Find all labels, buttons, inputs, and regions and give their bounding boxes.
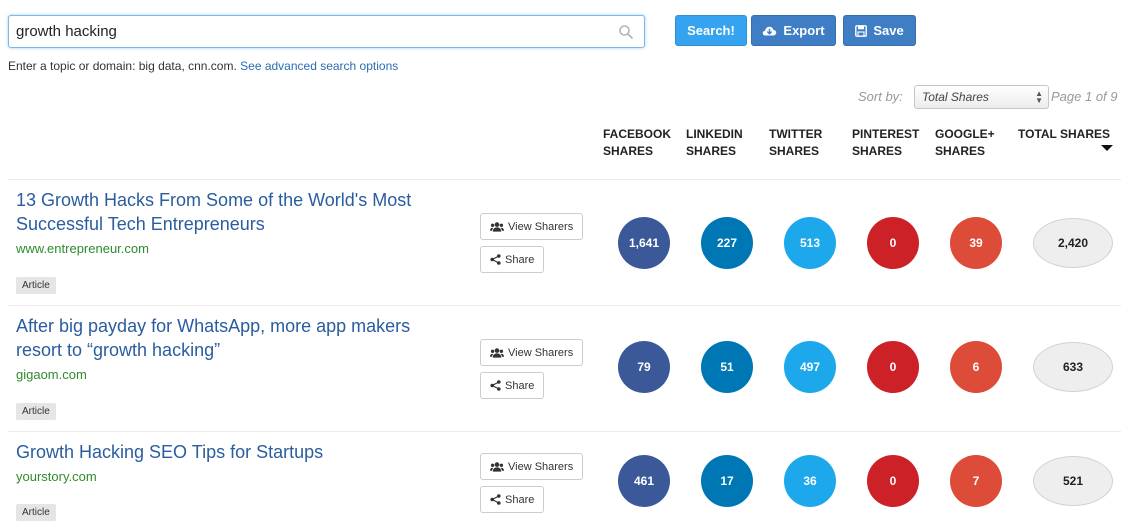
sort-select[interactable]: Total Shares ▲ ▼ xyxy=(914,85,1049,109)
result-row: 13 Growth Hacks From Some of the World's… xyxy=(8,179,1121,305)
googleplus-share-count: 39 xyxy=(950,217,1002,269)
total-share-count: 521 xyxy=(1033,456,1113,506)
users-icon xyxy=(490,221,504,232)
total-share-count: 633 xyxy=(1033,342,1113,392)
twitter-share-count: 36 xyxy=(784,455,836,507)
result-row: Growth Hacking SEO Tips for Startups you… xyxy=(8,431,1121,529)
column-header-line: FACEBOOK xyxy=(603,127,672,141)
search-icon[interactable] xyxy=(618,24,634,40)
result-domain[interactable]: gigaom.com xyxy=(16,367,87,382)
column-header-line: PINTEREST xyxy=(852,127,920,141)
share-icon xyxy=(490,254,501,265)
twitter-share-count: 497 xyxy=(784,341,836,393)
share-label: Share xyxy=(505,253,535,266)
sort-label: Sort by: xyxy=(858,89,903,104)
column-header-line: LINKEDIN xyxy=(686,127,743,141)
column-header-line: SHARES xyxy=(603,144,654,158)
search-hint: Enter a topic or domain: big data, cnn.c… xyxy=(8,59,398,73)
result-type-badge: Article xyxy=(16,277,56,294)
share-label: Share xyxy=(505,379,535,392)
search-hint-text: Enter a topic or domain: big data, cnn.c… xyxy=(8,59,237,73)
column-header-linkedin[interactable]: LINKEDIN SHARES xyxy=(686,126,766,160)
share-button[interactable]: Share xyxy=(480,372,545,399)
pinterest-share-count: 0 xyxy=(867,341,919,393)
googleplus-share-count: 6 xyxy=(950,341,1002,393)
export-button-label: Export xyxy=(783,23,825,38)
column-header-line: SHARES xyxy=(935,144,986,158)
search-button[interactable]: Search! xyxy=(675,15,747,46)
result-row: After big payday for WhatsApp, more app … xyxy=(8,305,1121,431)
facebook-share-count: 1,641 xyxy=(618,217,670,269)
column-header-line: SHARES xyxy=(852,144,903,158)
column-header-line: SHARES xyxy=(686,144,737,158)
share-button[interactable]: Share xyxy=(480,486,545,513)
column-header-facebook[interactable]: FACEBOOK SHARES xyxy=(603,126,683,160)
search-input[interactable] xyxy=(9,16,609,47)
view-sharers-button[interactable]: View Sharers xyxy=(480,453,584,480)
pinterest-share-count: 0 xyxy=(867,455,919,507)
search-box[interactable] xyxy=(8,15,645,48)
facebook-share-count: 461 xyxy=(618,455,670,507)
share-button[interactable]: Share xyxy=(480,246,545,273)
result-domain[interactable]: yourstory.com xyxy=(16,469,97,484)
column-header-line: GOOGLE+ xyxy=(935,127,995,141)
advanced-search-link[interactable]: See advanced search options xyxy=(240,59,398,73)
column-header-pinterest[interactable]: PINTEREST SHARES xyxy=(852,126,932,160)
save-button-label: Save xyxy=(873,23,904,38)
sort-select-value: Total Shares xyxy=(922,90,989,104)
sort-descending-icon[interactable] xyxy=(1101,145,1113,151)
view-sharers-button[interactable]: View Sharers xyxy=(480,213,584,240)
export-button[interactable]: Export xyxy=(751,15,836,46)
users-icon xyxy=(490,461,504,472)
users-icon xyxy=(490,347,504,358)
total-share-count: 2,420 xyxy=(1033,218,1113,268)
twitter-share-count: 513 xyxy=(784,217,836,269)
search-button-label: Search! xyxy=(687,23,735,38)
pinterest-share-count: 0 xyxy=(867,217,919,269)
column-header-line: SHARES xyxy=(769,144,820,158)
page-indicator: Page 1 of 9 xyxy=(1051,89,1118,104)
column-header-line: TWITTER xyxy=(769,127,823,141)
share-label: Share xyxy=(505,493,535,506)
view-sharers-button[interactable]: View Sharers xyxy=(480,339,584,366)
select-arrows-icon: ▲ ▼ xyxy=(1035,89,1043,105)
view-sharers-label: View Sharers xyxy=(508,220,574,233)
column-header-twitter[interactable]: TWITTER SHARES xyxy=(769,126,849,160)
view-sharers-label: View Sharers xyxy=(508,346,574,359)
result-title-link[interactable]: Growth Hacking SEO Tips for Startups xyxy=(16,440,456,464)
linkedin-share-count: 51 xyxy=(701,341,753,393)
googleplus-share-count: 7 xyxy=(950,455,1002,507)
result-type-badge: Article xyxy=(16,504,56,521)
column-header-total[interactable]: TOTAL SHARES xyxy=(1018,126,1128,143)
linkedin-share-count: 227 xyxy=(701,217,753,269)
facebook-share-count: 79 xyxy=(618,341,670,393)
share-icon xyxy=(490,380,501,391)
result-domain[interactable]: www.entrepreneur.com xyxy=(16,241,149,256)
save-button[interactable]: Save xyxy=(843,15,916,46)
cloud-download-icon xyxy=(762,25,777,37)
linkedin-share-count: 17 xyxy=(701,455,753,507)
column-header-googleplus[interactable]: GOOGLE+ SHARES xyxy=(935,126,1015,160)
view-sharers-label: View Sharers xyxy=(508,460,574,473)
result-title-link[interactable]: After big payday for WhatsApp, more app … xyxy=(16,314,456,362)
floppy-disk-icon xyxy=(855,24,868,37)
result-type-badge: Article xyxy=(16,403,56,420)
share-icon xyxy=(490,494,501,505)
column-header-line: TOTAL SHARES xyxy=(1018,127,1111,141)
result-title-link[interactable]: 13 Growth Hacks From Some of the World's… xyxy=(16,188,456,236)
